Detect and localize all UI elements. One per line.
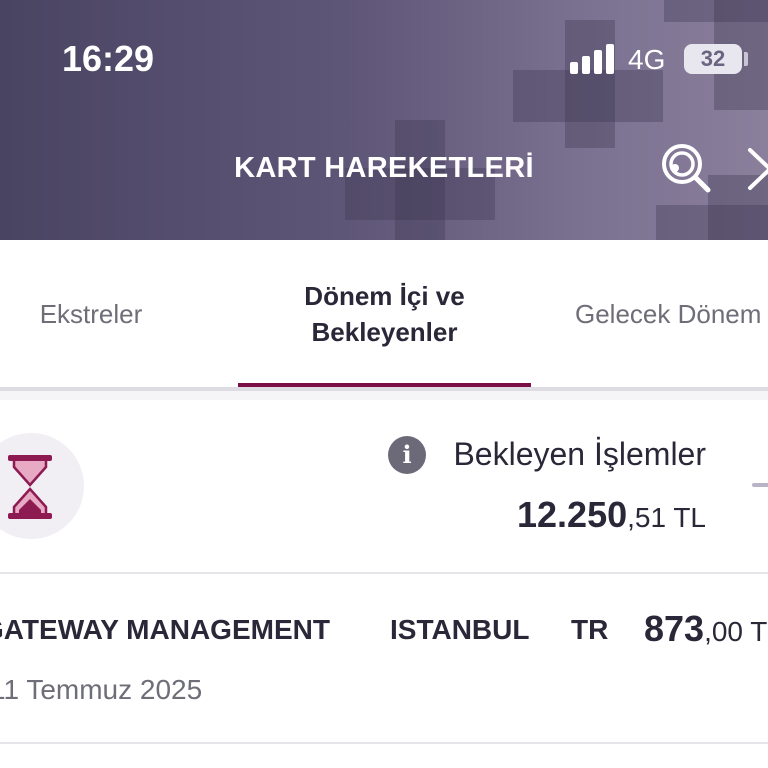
- row-divider: [0, 572, 768, 574]
- transaction-merchant: GATEWAY MANAGEMENT: [0, 614, 330, 645]
- row-divider: [0, 742, 768, 744]
- battery-tip: [744, 52, 748, 66]
- transaction-amount-main: 873: [644, 608, 705, 649]
- hourglass-icon: [8, 455, 52, 519]
- tab-gelecek-donem[interactable]: Gelecek Dönem: [575, 240, 768, 388]
- transaction-date: 11 Temmuz 2025: [0, 674, 203, 705]
- transaction-amount-decimal: ,00 TL: [704, 616, 768, 647]
- tab-label-line1: Dönem İçi ve: [304, 281, 465, 311]
- transaction-country: TR: [571, 614, 609, 645]
- search-icon[interactable]: [660, 142, 712, 194]
- pending-label: Bekleyen İşlemler: [453, 436, 706, 472]
- chevron-right-icon[interactable]: [744, 146, 768, 192]
- tab-bar: Ekstreler Dönem İçi ve Bekleyenler Gelec…: [0, 240, 768, 388]
- signal-icon: [570, 42, 616, 74]
- pending-amount: 12.250,51 TL: [517, 494, 706, 536]
- tab-donem-ici[interactable]: Dönem İçi ve Bekleyenler: [238, 240, 531, 388]
- decorative-cross: [513, 70, 663, 122]
- decorative-cross: [664, 0, 768, 22]
- tab-label: Gelecek Dönem: [575, 298, 762, 329]
- section-gap: [0, 391, 768, 400]
- transaction-amount: 873,00 TL: [644, 608, 768, 650]
- battery-icon: 32: [684, 44, 742, 74]
- pending-amount-main: 12.250: [517, 494, 628, 535]
- info-icon[interactable]: i: [388, 436, 426, 474]
- scroll-hint: [752, 483, 768, 487]
- pending-amount-decimal: ,51 TL: [627, 502, 706, 533]
- tab-label: Ekstreler: [39, 298, 143, 329]
- app-header: 16:29 4G 32 KART HAREKETLERİ: [0, 0, 768, 240]
- page-title: KART HAREKETLERİ: [234, 152, 534, 184]
- status-time: 16:29: [62, 38, 155, 79]
- tab-label-line2: Bekleyenler: [311, 317, 458, 347]
- decorative-cross: [656, 205, 768, 240]
- network-type: 4G: [628, 44, 666, 75]
- tab-ekstreler[interactable]: Ekstreler: [0, 240, 182, 388]
- transaction-city: ISTANBUL: [390, 614, 530, 645]
